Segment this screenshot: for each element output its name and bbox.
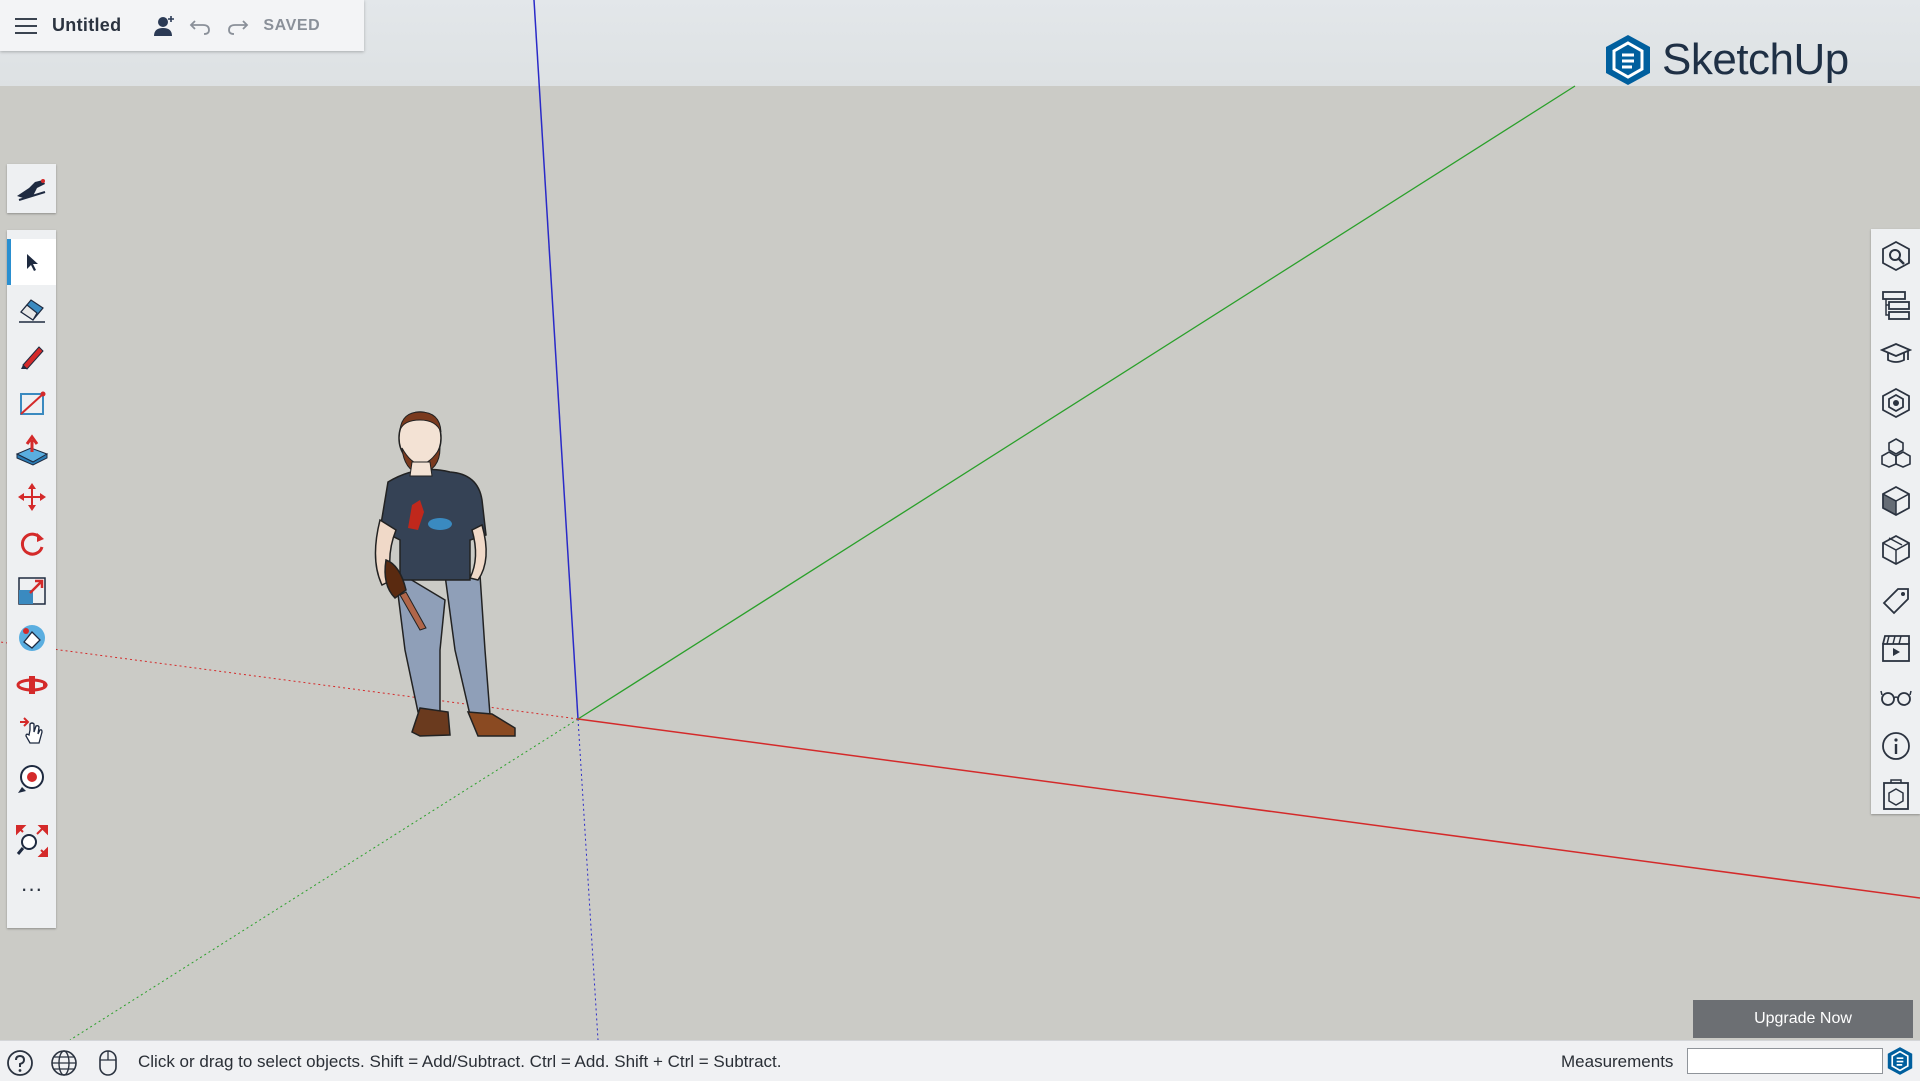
pan-tool[interactable] <box>7 709 56 755</box>
rectangle-tool[interactable] <box>7 380 56 426</box>
zoom-extents-tool[interactable] <box>7 818 56 864</box>
entity-icon <box>1881 534 1910 566</box>
panel-scenes[interactable] <box>1871 625 1920 671</box>
pencil-tool[interactable] <box>7 333 56 379</box>
scale-tool[interactable] <box>7 568 56 614</box>
red-axis-dotted <box>0 641 579 720</box>
rotate-icon <box>20 532 44 556</box>
save-status: SAVED <box>263 16 321 34</box>
add-user-icon[interactable] <box>149 6 181 46</box>
green-axis-solid <box>577 85 1576 720</box>
graduation-cap-icon <box>1879 343 1912 363</box>
panel-components[interactable] <box>1871 429 1920 475</box>
panel-tags[interactable] <box>1871 576 1920 622</box>
scale-figure[interactable] <box>374 411 516 737</box>
paint-bucket-icon <box>18 625 45 651</box>
move-icon <box>17 483 46 511</box>
brand-name: SketchUp <box>1662 35 1849 84</box>
globe-icon[interactable] <box>50 1049 78 1077</box>
model-viewport[interactable] <box>0 0 1920 1040</box>
position-camera-icon <box>17 765 44 793</box>
help-icon[interactable] <box>6 1049 34 1077</box>
eraser-tool[interactable] <box>7 286 56 332</box>
pan-icon <box>19 717 43 744</box>
panel-styles[interactable] <box>1871 380 1920 426</box>
axes-svg <box>0 0 1920 1040</box>
tag-icon <box>1882 588 1909 615</box>
more-icon: ··· <box>20 876 43 901</box>
push-pull-icon <box>15 434 48 466</box>
styles-icon <box>1881 387 1910 419</box>
select-arrow-icon <box>26 254 38 271</box>
panel-entity-info[interactable] <box>1871 527 1920 573</box>
paint-bucket-tool[interactable] <box>7 615 56 661</box>
select-tool[interactable] <box>7 239 56 285</box>
pencil-icon <box>20 346 44 370</box>
blue-axis-dotted <box>577 718 599 1040</box>
orbit-tool[interactable] <box>7 662 56 708</box>
redo-icon[interactable] <box>219 6 257 46</box>
red-axis-solid <box>577 718 1920 899</box>
measurements-label: Measurements <box>1561 1052 1674 1071</box>
panel-materials[interactable] <box>1871 478 1920 524</box>
info-icon <box>1881 732 1910 760</box>
panel-instructor[interactable] <box>1871 331 1920 377</box>
glasses-icon <box>1879 690 1912 706</box>
warehouse-icon <box>1882 779 1909 810</box>
instructor-toggle[interactable] <box>7 164 56 213</box>
status-message: Click or drag to select objects. Shift =… <box>138 1052 782 1071</box>
materials-icon <box>1881 485 1910 517</box>
search-model-icon <box>1881 240 1910 272</box>
move-tool[interactable] <box>7 474 56 520</box>
more-tools-button[interactable]: ··· <box>7 866 56 912</box>
position-camera-tool[interactable] <box>7 756 56 802</box>
eraser-icon <box>18 299 45 323</box>
title-bar: Untitled SAVED <box>0 0 364 51</box>
orbit-icon <box>16 676 48 694</box>
rectangle-icon <box>19 391 45 415</box>
sketchup-logo: SketchUp <box>1604 33 1849 87</box>
rotate-tool[interactable] <box>7 521 56 567</box>
panel-model-info[interactable] <box>1871 723 1920 769</box>
right-panel-tray <box>1871 229 1920 814</box>
scale-icon <box>17 577 46 605</box>
push-pull-tool[interactable] <box>7 427 56 473</box>
measurements-input[interactable] <box>1687 1048 1883 1074</box>
sketchup-small-logo-icon <box>1886 1046 1914 1081</box>
panel-search[interactable] <box>1871 233 1920 279</box>
hamburger-menu-icon[interactable] <box>0 0 52 51</box>
upgrade-now-button[interactable]: Upgrade Now <box>1693 1000 1913 1038</box>
mouse-icon[interactable] <box>98 1049 118 1077</box>
panel-display[interactable] <box>1871 674 1920 720</box>
sketchup-logo-icon <box>1606 35 1650 85</box>
status-bar: Click or drag to select objects. Shift =… <box>0 1040 1920 1081</box>
instructor-icon <box>16 178 45 201</box>
panel-3d-warehouse[interactable] <box>1871 772 1920 818</box>
outliner-icon <box>1881 291 1910 320</box>
scenes-icon <box>1881 635 1910 662</box>
components-icon <box>1880 438 1911 468</box>
document-title[interactable]: Untitled <box>52 15 121 36</box>
panel-outliner[interactable] <box>1871 282 1920 328</box>
undo-icon[interactable] <box>181 6 219 46</box>
zoom-extents-icon <box>15 825 48 857</box>
green-axis-dotted <box>69 718 579 1040</box>
blue-axis-solid <box>533 0 579 720</box>
left-toolbar: ··· <box>7 230 56 928</box>
